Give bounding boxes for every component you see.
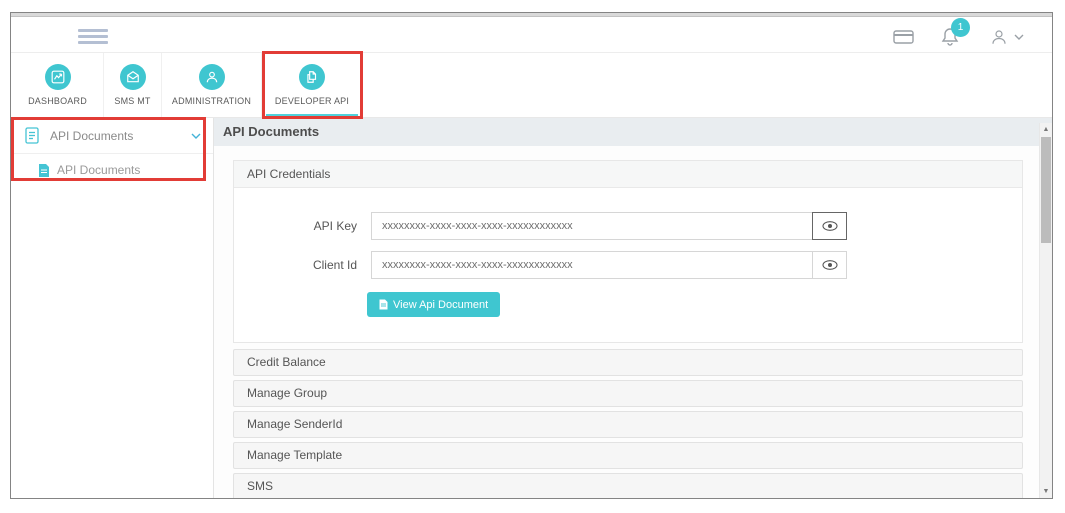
sidebar-subitem-api-documents[interactable]: API Documents (11, 154, 213, 186)
main-content: API Documents API Credentials API Key C (214, 118, 1052, 498)
envelope-icon (119, 64, 146, 90)
view-api-document-button[interactable]: View Api Document (367, 292, 501, 317)
sidebar-subitem-label: API Documents (57, 163, 141, 177)
documents-icon (299, 64, 325, 90)
scroll-down-arrow[interactable]: ▼ (1040, 488, 1052, 495)
nav-item-sms-mt[interactable]: SMS MT (104, 53, 162, 117)
window-top-strip (11, 13, 1052, 17)
api-credentials-panel: API Credentials API Key Client Id (233, 160, 1023, 343)
panel-credit-balance[interactable]: Credit Balance (233, 349, 1023, 376)
scrollbar-thumb[interactable] (1041, 137, 1051, 243)
api-key-label: API Key (313, 219, 357, 233)
api-key-group (371, 212, 847, 240)
user-icon[interactable] (990, 28, 1008, 46)
user-icon (198, 64, 225, 90)
eye-icon[interactable] (812, 212, 847, 240)
sidebar: API Documents API Documents (11, 118, 214, 498)
nav-item-developer-api[interactable]: DEVELOPER API (262, 53, 363, 117)
api-credentials-header[interactable]: API Credentials (234, 161, 1022, 188)
scroll-up-arrow[interactable]: ▲ (1040, 126, 1052, 133)
view-api-document-label: View Api Document (393, 298, 489, 311)
client-id-input[interactable] (371, 251, 812, 279)
api-key-input[interactable] (371, 212, 812, 240)
line-chart-icon (44, 64, 71, 90)
nav-label: SMS MT (114, 96, 151, 106)
eye-icon[interactable] (812, 251, 847, 279)
chevron-down-icon[interactable] (191, 133, 201, 139)
document-filled-icon (38, 163, 50, 178)
notification-badge[interactable]: 1 (951, 18, 970, 37)
client-id-group (371, 251, 847, 279)
client-id-label: Client Id (312, 258, 357, 272)
active-tab-underline (266, 114, 358, 117)
nav-item-administration[interactable]: ADMINISTRATION (162, 53, 262, 117)
panel-manage-senderid[interactable]: Manage SenderId (233, 411, 1023, 438)
vertical-scrollbar[interactable]: ▲ ▼ (1039, 123, 1052, 498)
app-window: 1 DASHBOARD SMS MT ADMINISTRATION DEVELO… (10, 12, 1053, 499)
chevron-down-icon[interactable] (1014, 34, 1024, 40)
panel-manage-template[interactable]: Manage Template (233, 442, 1023, 469)
nav-label: ADMINISTRATION (171, 96, 252, 106)
topbar: 1 (11, 18, 1052, 53)
document-outline-icon (25, 127, 39, 144)
card-icon[interactable] (893, 30, 914, 44)
nav-label: DEVELOPER API (274, 96, 350, 106)
nav-item-dashboard[interactable]: DASHBOARD (12, 53, 104, 117)
hamburger-icon[interactable] (78, 29, 108, 45)
page-title: API Documents (214, 118, 1052, 146)
api-credentials-body: API Key Client Id (234, 188, 1022, 342)
module-nav: DASHBOARD SMS MT ADMINISTRATION DEVELOPE… (11, 53, 1052, 118)
document-icon (379, 299, 388, 310)
sidebar-item-api-documents[interactable]: API Documents (11, 118, 213, 154)
panel-manage-group[interactable]: Manage Group (233, 380, 1023, 407)
sidebar-item-label: API Documents (50, 128, 134, 143)
panel-sms[interactable]: SMS (233, 473, 1023, 498)
nav-label: DASHBOARD (28, 96, 87, 106)
